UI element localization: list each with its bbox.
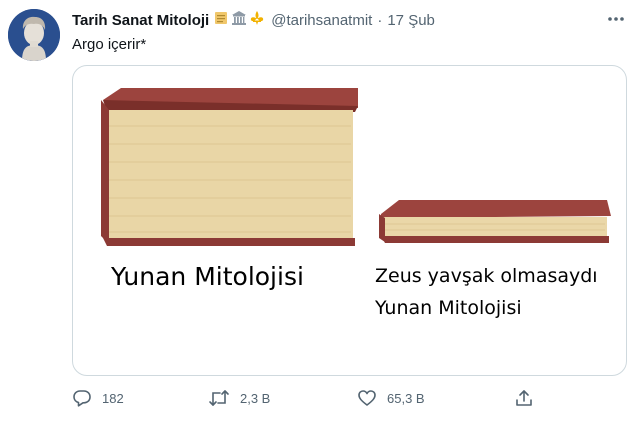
small-book-image xyxy=(379,200,611,243)
large-book-image xyxy=(101,88,358,246)
caption-greek-mythology: Yunan Mitolojisi xyxy=(111,262,304,291)
separator-dot: · xyxy=(377,11,383,29)
fleur-de-lis-icon xyxy=(249,10,265,30)
retweet-icon xyxy=(208,388,230,408)
like-button[interactable]: 65,3 B xyxy=(357,388,425,408)
reply-button[interactable]: 182 xyxy=(72,388,124,408)
retweet-button[interactable]: 2,3 B xyxy=(208,388,270,408)
share-button[interactable] xyxy=(514,388,534,408)
reply-count: 182 xyxy=(102,390,124,406)
user-handle[interactable]: @tarihsanatmit xyxy=(271,12,372,29)
tweet-text: Argo içerir* xyxy=(72,36,147,53)
tweet-media[interactable]: Yunan Mitolojisi Zeus yavşak olmasaydı Y… xyxy=(72,65,627,376)
avatar[interactable] xyxy=(8,9,60,61)
tweet-date[interactable]: 17 Şub xyxy=(387,12,435,29)
more-options-icon[interactable] xyxy=(606,11,626,27)
retweet-count: 2,3 B xyxy=(240,390,271,406)
name-emojis xyxy=(213,10,265,30)
tweet-actions: 182 2,3 B 65,3 B xyxy=(72,388,552,410)
heart-icon xyxy=(357,388,377,408)
classical-building-icon xyxy=(231,10,247,30)
display-name[interactable]: Tarih Sanat Mitoloji xyxy=(72,12,209,29)
caption-zeus-line1: Zeus yavşak olmasaydı xyxy=(375,265,598,287)
scroll-icon xyxy=(213,10,229,30)
like-count: 65,3 B xyxy=(387,390,425,406)
caption-zeus-line2: Yunan Mitolojisi xyxy=(375,297,522,319)
share-icon xyxy=(514,388,534,408)
reply-icon xyxy=(72,388,92,408)
tweet-header: Tarih Sanat Mitoloji @tarihsanatmit · 17… xyxy=(72,10,435,30)
